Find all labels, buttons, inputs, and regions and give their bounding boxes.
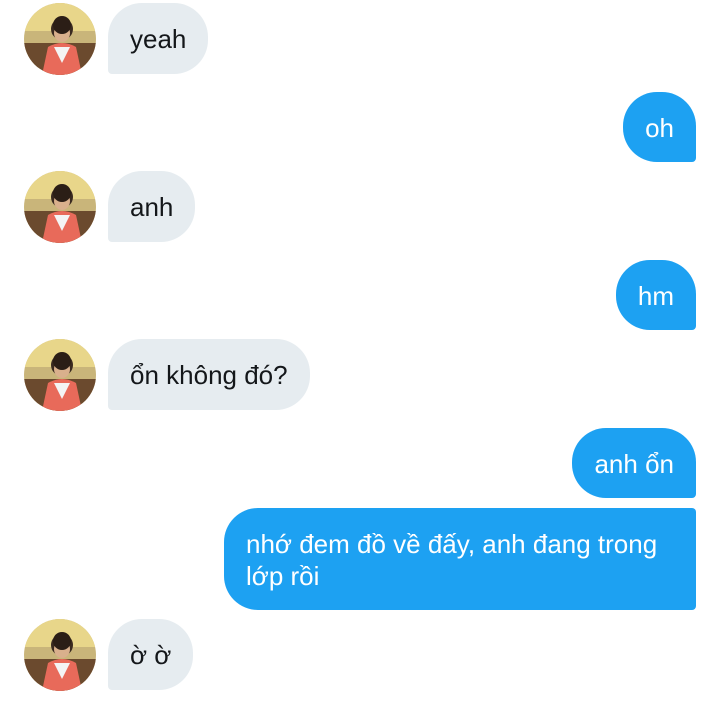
message-text: oh	[645, 113, 674, 143]
chat-thread: yeah oh anh hm ổn không đó? anh ổn nhớ đ…	[0, 0, 720, 720]
message-text: anh ổn	[594, 449, 674, 479]
outgoing-message-bubble[interactable]: oh	[623, 92, 696, 162]
avatar-photo-icon	[24, 339, 96, 411]
incoming-message-bubble[interactable]: yeah	[108, 3, 209, 74]
avatar-photo-icon	[24, 171, 96, 243]
outgoing-message-bubble[interactable]: anh ổn	[572, 428, 696, 498]
outgoing-message-bubble[interactable]: hm	[615, 260, 696, 330]
message-text: nhớ đem đồ về đấy, anh đang trong lớp rồ…	[246, 529, 658, 591]
contact-avatar[interactable]	[24, 339, 96, 411]
message-text: ờ ờ	[130, 640, 172, 670]
avatar-photo-icon	[24, 619, 96, 691]
message-text: yeah	[130, 24, 187, 54]
contact-avatar[interactable]	[24, 3, 96, 75]
incoming-message-bubble[interactable]: ổn không đó?	[108, 339, 310, 410]
message-text: ổn không đó?	[130, 360, 288, 390]
incoming-message-bubble[interactable]: ờ ờ	[108, 619, 194, 690]
message-text: hm	[637, 281, 674, 311]
avatar-photo-icon	[24, 3, 96, 75]
outgoing-message-bubble[interactable]: nhớ đem đồ về đấy, anh đang trong lớp rồ…	[224, 508, 696, 610]
message-text: anh	[130, 192, 174, 222]
incoming-message-bubble[interactable]: anh	[108, 171, 196, 242]
contact-avatar[interactable]	[24, 619, 96, 691]
contact-avatar[interactable]	[24, 171, 96, 243]
